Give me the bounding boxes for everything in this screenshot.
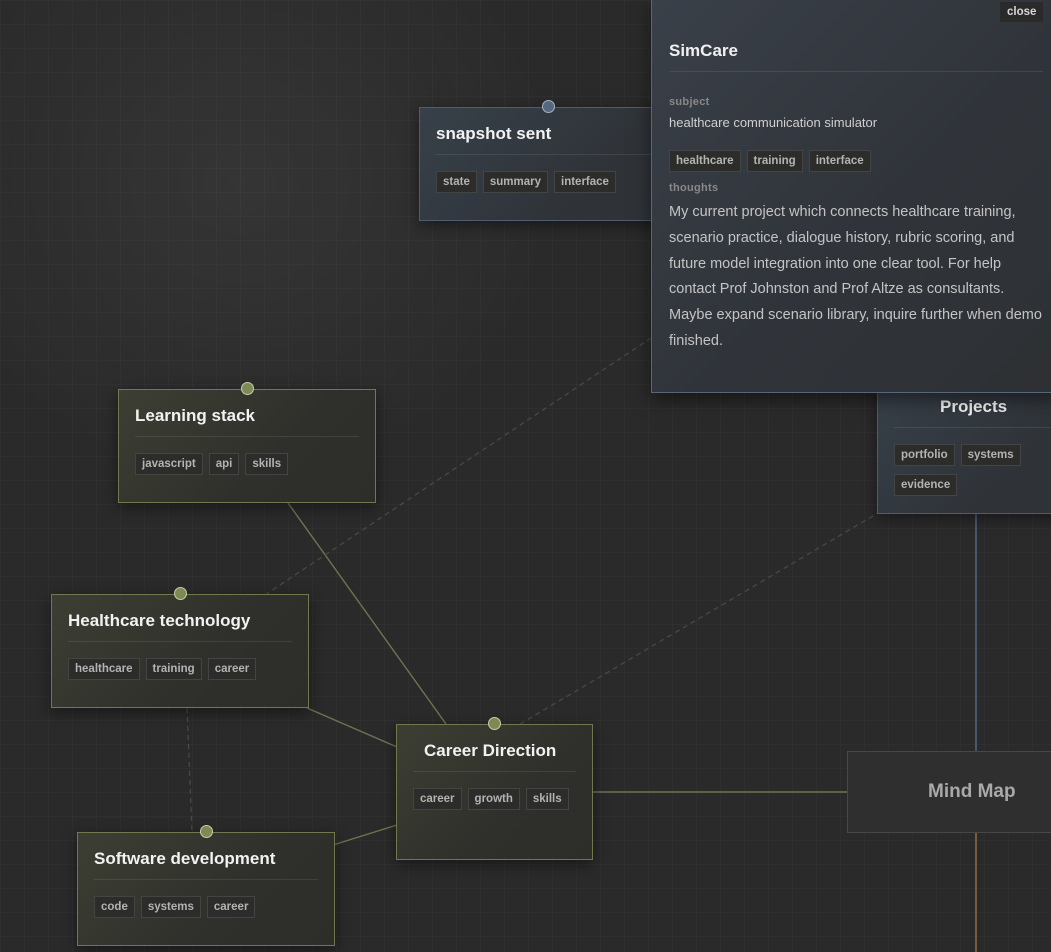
tag-list: healthcare training career [68,658,292,680]
node-title: Learning stack [135,406,359,437]
tag: systems [140,896,201,918]
connection-port[interactable] [200,825,213,838]
tag: summary [482,171,548,193]
root-label: Mind Map [928,781,1016,802]
connection-port[interactable] [174,587,187,600]
node-title: snapshot sent [436,124,652,155]
tag: skills [525,788,569,810]
connection-port[interactable] [542,100,555,113]
tag: api [208,453,240,475]
tag: training [746,150,803,172]
tag: evidence [894,474,958,496]
node-title: Career Direction [413,741,576,772]
tag-list: portfolio systems evidence [894,444,1044,496]
tag: systems [960,444,1021,466]
connection-port[interactable] [488,717,501,730]
thoughts-label: thoughts [669,182,719,194]
edge-healthcare-career [306,707,398,748]
tag: javascript [135,453,203,475]
tag-list: code systems career [94,896,318,918]
node-detail-panel: close SimCare subject healthcare communi… [651,0,1051,393]
tag-list: career growth skills [413,788,576,810]
tag: healthcare [68,658,140,680]
thoughts-text: My current project which connects health… [669,204,1042,349]
tag: code [94,896,135,918]
tag-list: state summary interface [436,171,652,193]
tag: career [206,896,256,918]
node-title: Projects [894,397,1050,428]
tag: healthcare [669,150,741,172]
tag: growth [467,788,520,810]
tag: skills [245,453,289,475]
node-snapshot-sent[interactable]: snapshot sent state summary interface [419,100,669,221]
node-title: Healthcare technology [68,611,292,642]
node-mind-map-root[interactable]: Mind Map [847,751,1051,833]
node-healthcare-technology[interactable]: Healthcare technology healthcare trainin… [51,587,309,708]
node-title: Software development [94,849,318,880]
tag-list: healthcare training interface [669,150,1043,172]
node-learning-stack[interactable]: Learning stack javascript api skills [118,382,376,503]
node-software-development[interactable]: Software development code systems career [77,825,335,946]
edge-software-career [332,824,398,846]
close-button[interactable]: close [1000,2,1044,22]
node-career-direction[interactable]: Career Direction career growth skills [396,717,593,860]
dashed-edge-2 [519,512,879,725]
subject-value: healthcare communication simulator [669,115,878,130]
tag: interface [808,150,871,172]
tag: career [413,788,462,810]
tag: career [207,658,257,680]
connection-port[interactable] [241,382,254,395]
panel-title: SimCare [669,41,1043,72]
edge-learning-career [287,502,447,725]
subject-label: subject [669,96,710,108]
node-projects[interactable]: Projects portfolio systems evidence [877,380,1051,514]
tag-list: javascript api skills [135,453,359,475]
dashed-edge-3 [186,707,193,833]
tag: state [436,171,477,193]
tag: training [145,658,202,680]
tag: portfolio [894,444,955,466]
tag: interface [554,171,616,193]
